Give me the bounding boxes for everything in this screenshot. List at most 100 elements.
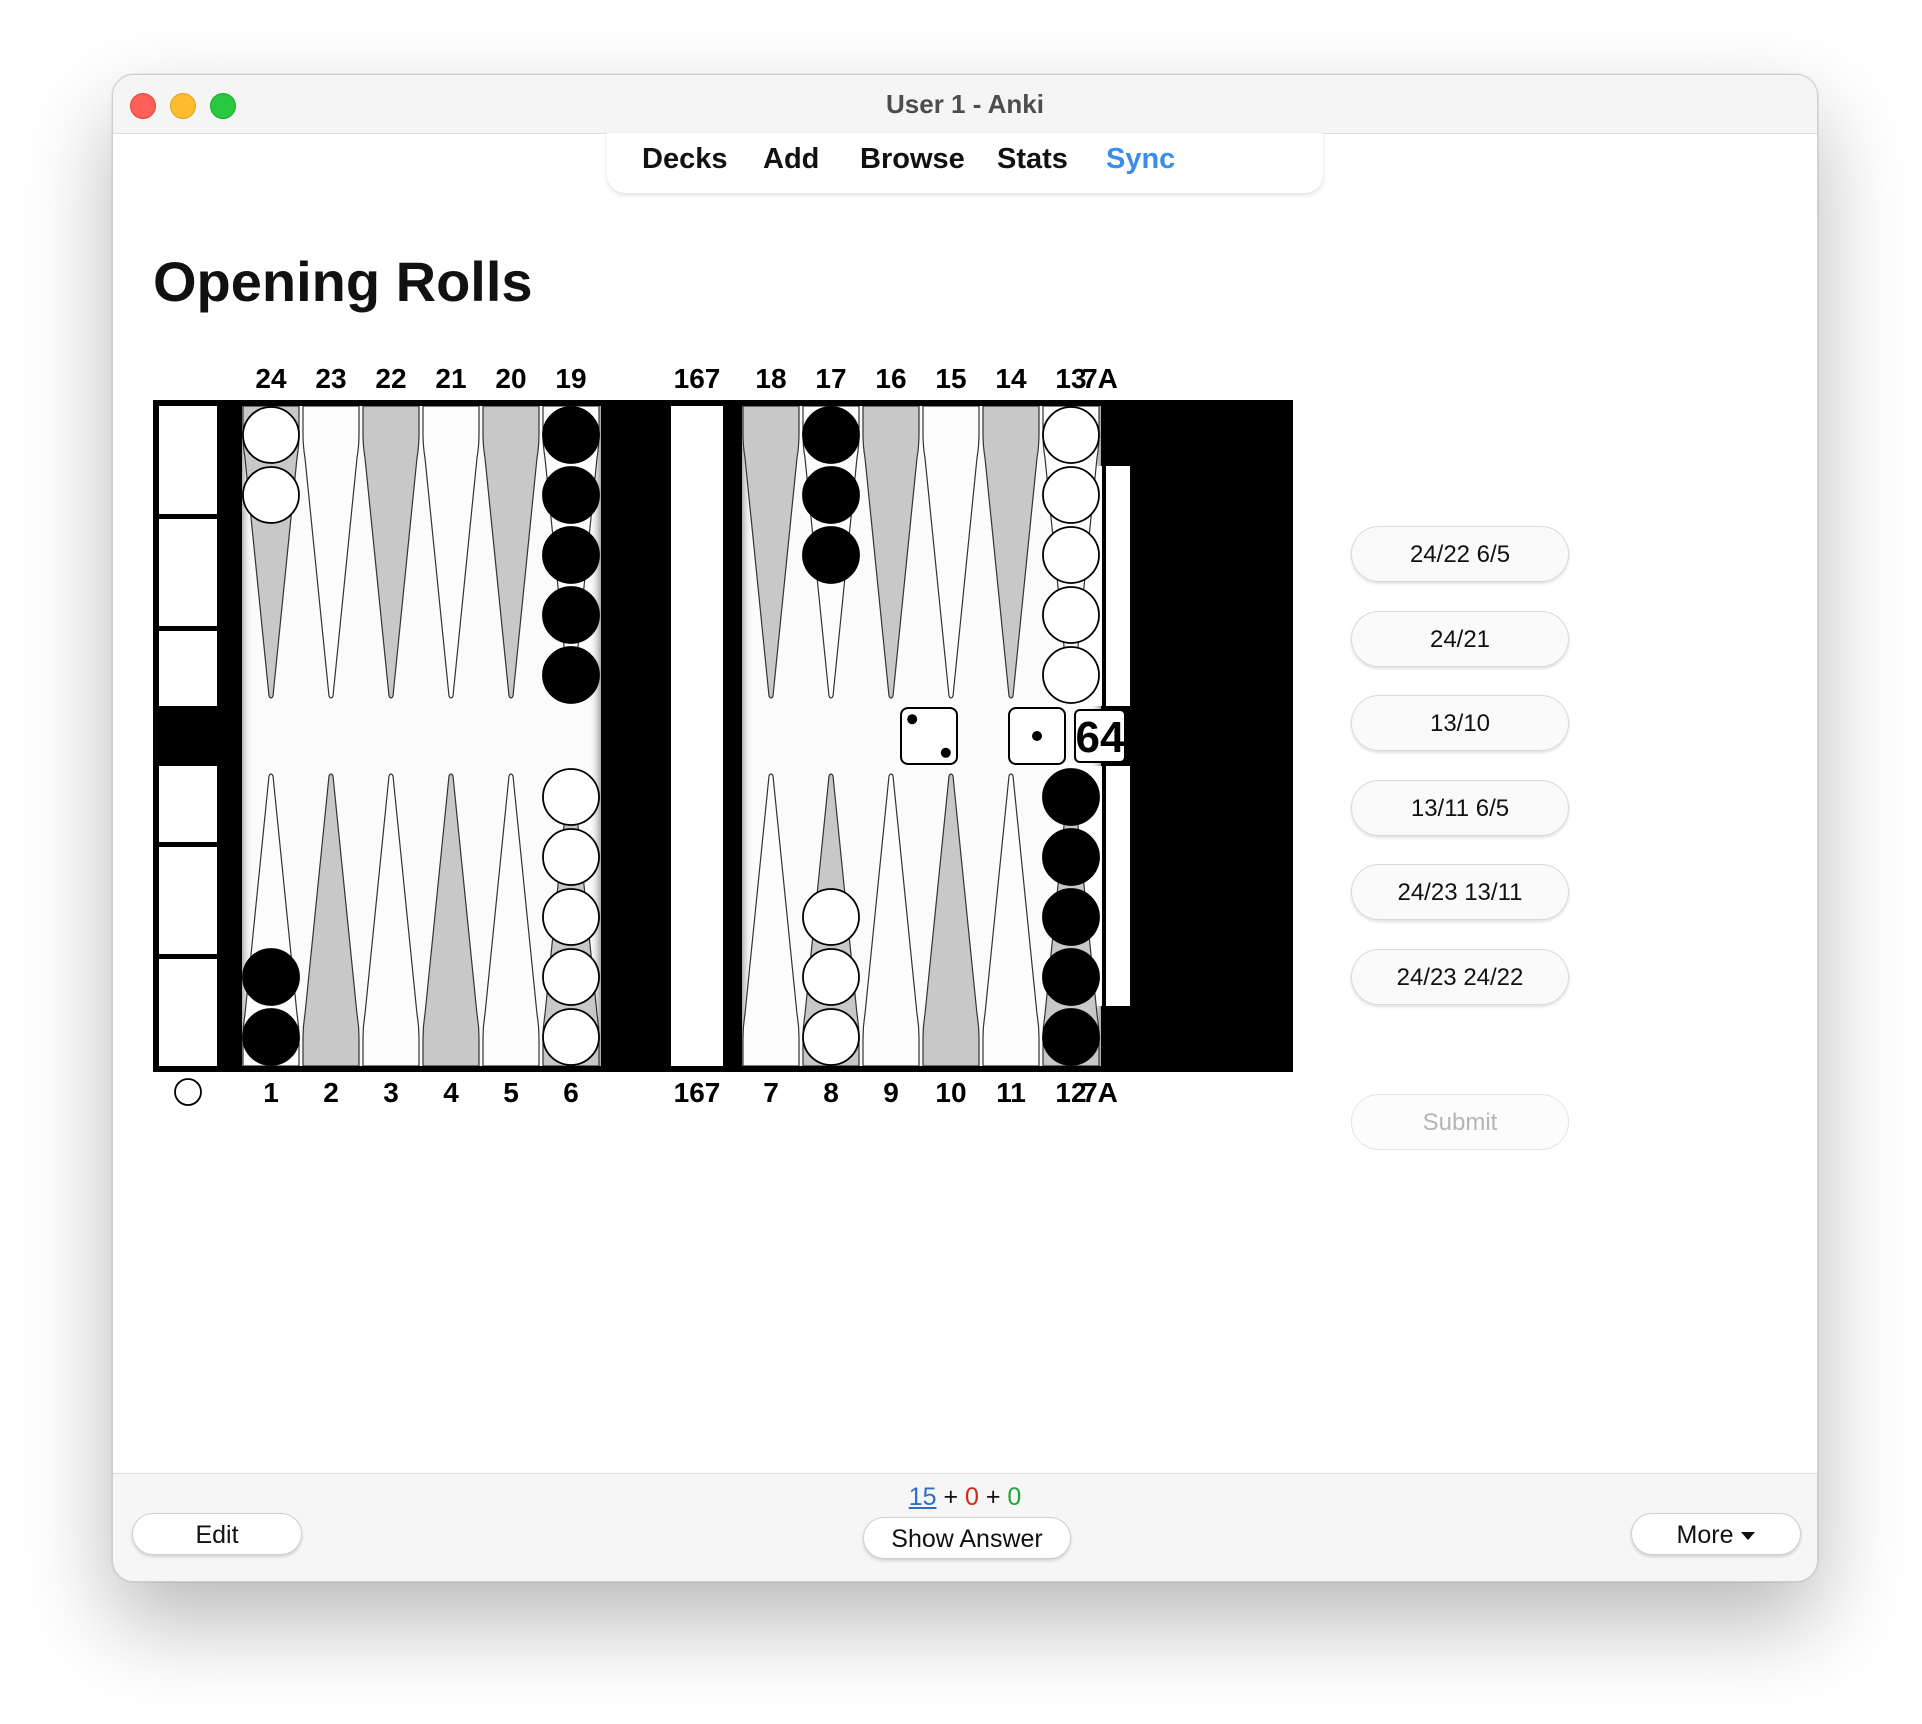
white-checker	[1042, 646, 1100, 704]
point-number-label: 17	[815, 363, 846, 394]
backgammon-board: 64 24 23 22 21 20 19 167 18 17 16 15 14 13 7A 1 2 3 4 5 6 16…	[153, 352, 1293, 1352]
white-checker	[1042, 406, 1100, 464]
point-number-label: 19	[555, 363, 586, 394]
due-counts: 15 + 0 + 0	[113, 1483, 1817, 1512]
die-pip	[940, 747, 951, 758]
card-title: Opening Rolls	[153, 250, 533, 313]
point-number-label: 7A	[1082, 1077, 1118, 1108]
main-toolbar: Decks Add Browse Stats Sync	[607, 133, 1323, 193]
show-answer-button[interactable]: Show Answer	[863, 1517, 1071, 1559]
chevron-down-icon	[1741, 1532, 1756, 1541]
black-checker	[1042, 888, 1100, 946]
learn-count: 0	[965, 1483, 979, 1511]
toolbar-sync-link[interactable]: Sync	[1106, 143, 1175, 176]
black-checker	[242, 948, 300, 1006]
side-indicator-icon	[174, 1078, 202, 1106]
black-checker	[802, 526, 860, 584]
point-number-label: 8	[823, 1077, 839, 1108]
point-number-label: 11	[996, 1077, 1026, 1108]
black-checker	[802, 406, 860, 464]
point-number-label: 22	[375, 363, 406, 394]
more-button[interactable]: More	[1631, 1513, 1801, 1555]
point-number-label: 1	[263, 1077, 279, 1108]
toolbar-stats-link[interactable]: Stats	[997, 143, 1068, 176]
move-option-button[interactable]: 24/21	[1351, 611, 1569, 667]
die	[900, 707, 958, 765]
toolbar-browse-link[interactable]: Browse	[860, 143, 965, 176]
point-number-label: 9	[883, 1077, 899, 1108]
black-checker	[542, 466, 600, 524]
point-number-label: 24	[255, 363, 287, 394]
black-checker	[1042, 828, 1100, 886]
white-checker	[242, 406, 300, 464]
plus-separator: +	[978, 1483, 1008, 1511]
die-pip	[1032, 731, 1042, 741]
point-number-label: 167	[674, 363, 721, 394]
white-checker	[802, 1008, 860, 1066]
point-number-label: 4	[443, 1077, 459, 1108]
black-checker	[542, 646, 600, 704]
point-number-label: 21	[435, 363, 466, 394]
white-checker	[802, 888, 860, 946]
edit-button[interactable]: Edit	[132, 1513, 302, 1555]
cube-value: 64	[1076, 713, 1125, 762]
new-count[interactable]: 15	[909, 1483, 937, 1511]
white-checker	[542, 888, 600, 946]
point-number-label: 6	[563, 1077, 579, 1108]
board-diagram: 64 24 23 22 21 20 19 167 18 17 16 15 14 137A1 2 3 4 5 6 16…	[153, 363, 1293, 1108]
tray-separator	[159, 626, 217, 631]
point-number-label: 167	[674, 1077, 721, 1108]
move-option-button[interactable]: 24/23 24/22	[1351, 949, 1569, 1005]
white-checker	[1042, 526, 1100, 584]
move-option-button[interactable]: 24/23 13/11	[1351, 864, 1569, 920]
white-checker	[542, 768, 600, 826]
point-number-label: 20	[495, 363, 526, 394]
window-title: User 1 - Anki	[886, 89, 1044, 119]
white-checker	[542, 948, 600, 1006]
point-number-label: 23	[315, 363, 346, 394]
point-number-label: 14	[995, 363, 1027, 394]
more-label: More	[1676, 1521, 1734, 1549]
plus-separator: +	[936, 1483, 965, 1511]
die	[1008, 707, 1066, 765]
point-number-label: 7A	[1082, 363, 1118, 394]
point-number-label: 7	[763, 1077, 779, 1108]
move-option-button[interactable]: 13/10	[1351, 695, 1569, 751]
move-option-button[interactable]: 13/11 6/5	[1351, 780, 1569, 836]
point-number-label: 2	[323, 1077, 339, 1108]
white-checker	[542, 828, 600, 886]
point-number-label: 16	[875, 363, 906, 394]
submit-button[interactable]: Submit	[1351, 1094, 1569, 1150]
die-pip	[907, 714, 918, 725]
app-window: User 1 - Anki Decks Add Browse Stats Syn…	[112, 74, 1818, 1582]
point-number-label: 10	[935, 1077, 966, 1108]
white-checker	[242, 466, 300, 524]
tray-separator	[159, 842, 217, 847]
black-checker	[242, 1008, 300, 1066]
center-bar	[671, 406, 723, 1066]
point-number-label: 18	[755, 363, 786, 394]
point-number-label: 3	[383, 1077, 399, 1108]
toolbar-decks-link[interactable]: Decks	[642, 143, 727, 176]
white-checker	[1042, 586, 1100, 644]
black-checker	[1042, 768, 1100, 826]
black-checker	[542, 406, 600, 464]
title-bar: User 1 - Anki	[113, 75, 1817, 134]
doubling-cube: 64	[1074, 709, 1126, 763]
black-checker	[1042, 1008, 1100, 1066]
tray-middle-block	[159, 706, 217, 766]
white-checker	[542, 1008, 600, 1066]
review-count: 0	[1007, 1483, 1022, 1511]
tray-separator	[159, 514, 217, 519]
point-number-label: 5	[503, 1077, 519, 1108]
black-checker	[542, 586, 600, 644]
black-checker	[542, 526, 600, 584]
point-number-label: 15	[935, 363, 966, 394]
black-checker	[1042, 948, 1100, 1006]
toolbar-add-link[interactable]: Add	[763, 143, 819, 176]
move-option-button[interactable]: 24/22 6/5	[1351, 526, 1569, 582]
white-checker	[1042, 466, 1100, 524]
black-checker	[802, 466, 860, 524]
board-divider	[738, 400, 742, 1072]
tray-separator	[159, 954, 217, 959]
